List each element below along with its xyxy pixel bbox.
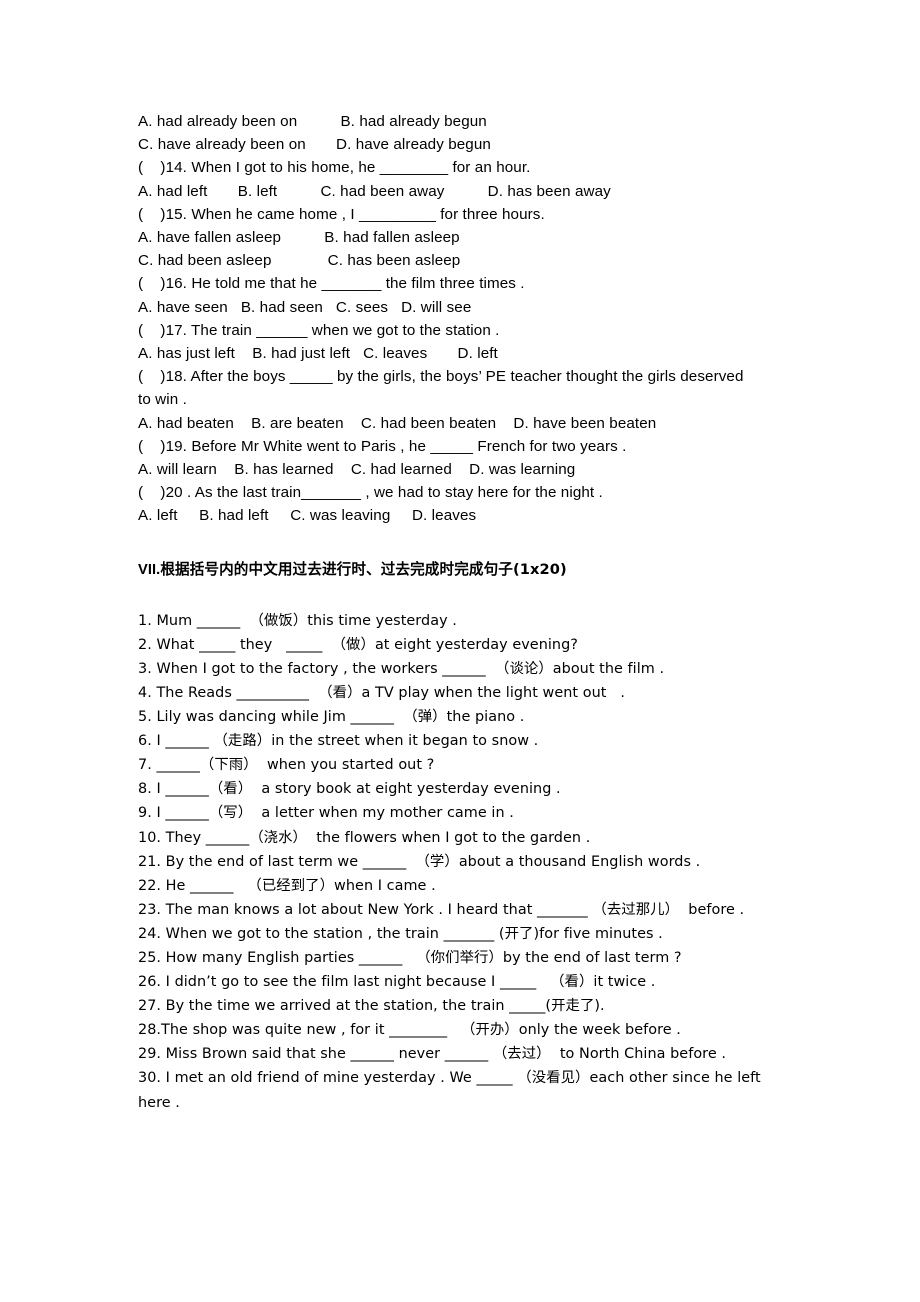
mc-line: A. had already been on B. had already be…: [138, 113, 487, 130]
fill-item-5: 5. Lily was dancing while Jim ______ （弹）…: [138, 709, 525, 726]
fill-item-6: 6. I ______ （走路）in the street when it be…: [138, 733, 539, 750]
fill-item-8: 8. I ______（看） a story book at eight yes…: [138, 781, 561, 798]
fill-in-section: 1. Mum ______ （做饭）this time yesterday . …: [138, 609, 790, 1115]
mc-line: A. had beaten B. are beaten C. had been …: [138, 414, 657, 432]
mc-question-18-cont: to win .: [138, 391, 187, 409]
fill-item-3: 3. When I got to the factory , the worke…: [138, 660, 665, 677]
fill-item-30-cont: here .: [138, 1094, 180, 1111]
fill-item-26: 26. I didn’t go to see the film last nig…: [138, 974, 656, 991]
section-heading-text: 根据括号内的中文用过去进行时、过去完成时完成句子(1x20): [160, 560, 567, 578]
fill-item-10: 10. They ______（浇水） the flowers when I g…: [138, 829, 591, 846]
mc-line: C. had been asleep C. has been asleep: [138, 252, 461, 270]
fill-item-22: 22. He ______ （已经到了）when I came .: [138, 877, 436, 894]
section-number: VII.: [138, 561, 161, 578]
mc-question-17: ( )17. The train ______ when we got to t…: [138, 321, 500, 339]
mc-question-16: ( )16. He told me that he _______ the fi…: [138, 275, 525, 293]
fill-item-30: 30. I met an old friend of mine yesterda…: [138, 1070, 761, 1087]
fill-item-24: 24. When we got to the station , the tra…: [138, 925, 663, 942]
mc-line: A. left B. had left C. was leaving D. le…: [138, 507, 477, 525]
mc-line: C. have already been on D. have already …: [138, 136, 491, 154]
mc-line: A. will learn B. has learned C. had lear…: [138, 461, 576, 479]
fill-item-1: 1. Mum ______ （做饭）this time yesterday .: [138, 612, 457, 629]
fill-item-4: 4. The Reads __________ （看）a TV play whe…: [138, 684, 625, 701]
mc-question-20: ( )20 . As the last train_______ , we ha…: [138, 484, 603, 502]
multiple-choice-section: A. had already been on B. had already be…: [138, 110, 790, 528]
fill-item-21: 21. By the end of last term we ______ （学…: [138, 853, 701, 870]
fill-item-23: 23. The man knows a lot about New York .…: [138, 901, 745, 918]
fill-item-25: 25. How many English parties ______ （你们举…: [138, 949, 682, 966]
section-heading-vii: VII.根据括号内的中文用过去进行时、过去完成时完成句子(1x20): [138, 558, 790, 582]
mc-line: A. have fallen asleep B. had fallen asle…: [138, 229, 460, 247]
fill-item-2: 2. What _____ they _____ （做）at eight yes…: [138, 636, 578, 653]
worksheet-page: A. had already been on B. had already be…: [0, 0, 920, 1302]
mc-line: A. has just left B. had just left C. lea…: [138, 345, 498, 363]
mc-question-19: ( )19. Before Mr White went to Paris , h…: [138, 437, 627, 455]
mc-question-18: ( )18. After the boys _____ by the girls…: [138, 368, 744, 386]
mc-line: A. have seen B. had seen C. sees D. will…: [138, 298, 472, 316]
mc-question-15: ( )15. When he came home , I _________ f…: [138, 205, 545, 223]
fill-item-29: 29. Miss Brown said that she ______ neve…: [138, 1046, 726, 1063]
mc-line: A. had left B. left C. had been away D. …: [138, 182, 611, 200]
fill-item-27: 27. By the time we arrived at the statio…: [138, 998, 605, 1015]
fill-item-9: 9. I ______（写） a letter when my mother c…: [138, 805, 514, 822]
fill-item-28: 28.The shop was quite new , for it _____…: [138, 1022, 681, 1039]
mc-question-14: ( )14. When I got to his home, he ______…: [138, 159, 531, 177]
fill-item-7: 7. ______（下雨） when you started out ?: [138, 757, 435, 774]
